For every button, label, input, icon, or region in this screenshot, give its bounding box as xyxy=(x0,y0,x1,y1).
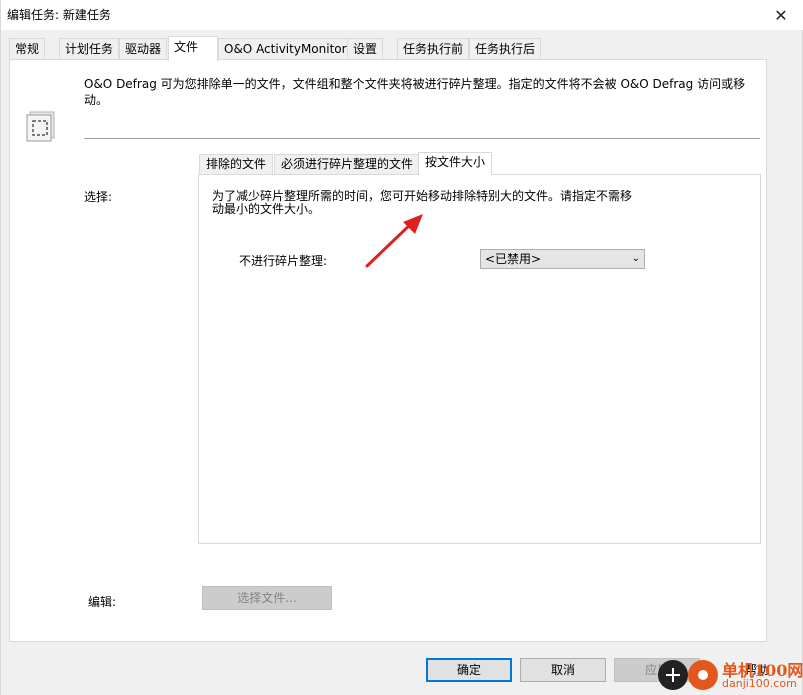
subtab-must-defrag-files[interactable]: 必须进行碎片整理的文件 xyxy=(274,154,421,174)
tab-schedule[interactable]: 计划任务 xyxy=(59,38,120,60)
tab-after-task[interactable]: 任务执行后 xyxy=(469,38,542,60)
by-size-panel: 为了减少碎片整理所需的时间，您可开始移动排除特别大的文件。请指定不需移动最小的文… xyxy=(198,174,761,544)
tab-files[interactable]: 文件 xyxy=(168,36,218,61)
watermark-plus-icon xyxy=(658,660,688,690)
choose-files-button[interactable]: 选择文件... xyxy=(202,586,332,610)
separator-line xyxy=(84,138,760,139)
subtab-by-size[interactable]: 按文件大小 xyxy=(418,152,493,175)
chevron-down-icon: ⌄ xyxy=(631,253,640,264)
tab-activitymonitor[interactable]: O&O ActivityMonitor xyxy=(218,38,353,60)
watermark-logo-icon xyxy=(688,660,718,690)
select-label: 选择: xyxy=(84,190,113,204)
tab-settings[interactable]: 设置 xyxy=(347,38,384,60)
tab-drives[interactable]: 驱动器 xyxy=(119,38,168,60)
no-defrag-label: 不进行碎片整理: xyxy=(239,254,328,268)
no-defrag-selected-value: <已禁用> xyxy=(485,252,542,266)
red-arrow-annotation xyxy=(365,214,423,268)
subtab-excluded-files[interactable]: 排除的文件 xyxy=(199,154,274,174)
tab-before-task[interactable]: 任务执行前 xyxy=(397,38,470,60)
close-icon[interactable]: ✕ xyxy=(758,0,803,30)
dialog-window: 编辑任务: 新建任务 ✕ 常规 计划任务 驱动器 文件 O&O Activity… xyxy=(0,0,803,695)
tab-general[interactable]: 常规 xyxy=(9,38,46,60)
watermark-sub-text: danji100.com xyxy=(722,677,797,690)
edit-label: 编辑: xyxy=(88,595,117,609)
ok-button[interactable]: 确定 xyxy=(426,658,512,682)
watermark: 单机100网 danji100.com xyxy=(658,655,803,695)
files-panel: O&O Defrag 可为您排除单一的文件，文件组和整个文件夹将被进行碎片整理。… xyxy=(9,59,767,642)
file-selection-icon xyxy=(26,111,55,142)
no-defrag-size-select[interactable]: <已禁用> ⌄ xyxy=(480,249,645,269)
files-description: O&O Defrag 可为您排除单一的文件，文件组和整个文件夹将被进行碎片整理。… xyxy=(84,77,746,107)
window-title: 编辑任务: 新建任务 xyxy=(7,8,111,22)
title-bar: 编辑任务: 新建任务 ✕ xyxy=(1,0,803,30)
cancel-button[interactable]: 取消 xyxy=(520,658,606,682)
